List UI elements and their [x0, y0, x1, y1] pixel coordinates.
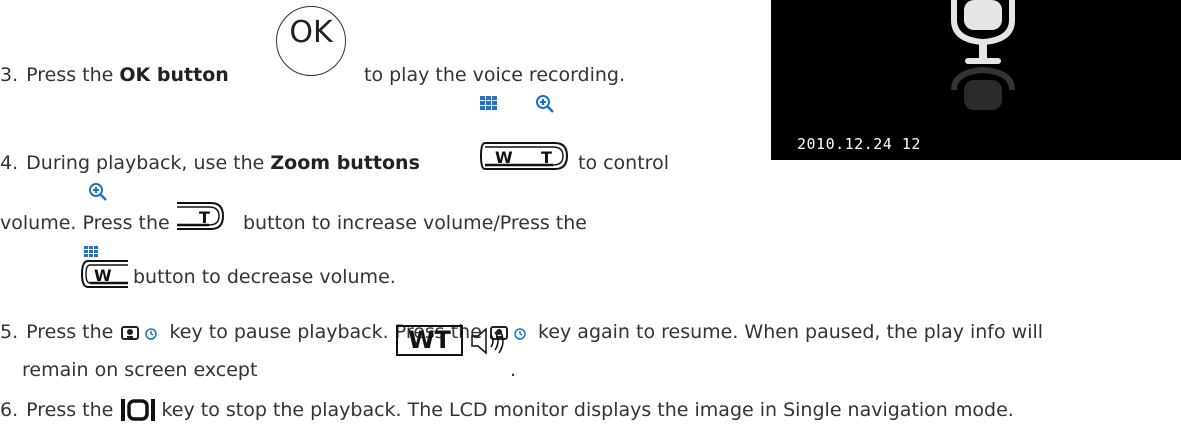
step-number: 3. — [0, 64, 19, 86]
step-number: 4. — [0, 152, 19, 174]
zoom-buttons-label: Zoom buttons — [270, 152, 420, 174]
step-4: 4. During playback, use the Zoom buttons — [0, 152, 420, 174]
step-4-text: to control — [578, 152, 669, 174]
step-3: 3. Press the OK button — [0, 64, 229, 86]
ok-button-label: OK button — [119, 64, 229, 86]
speaker-volume-icon — [471, 327, 504, 355]
zoom-tele-button-icon: T — [177, 202, 225, 230]
thumbnail-grid-icon — [480, 96, 497, 110]
step-number: 6. — [0, 399, 19, 421]
step-number: 5. — [0, 321, 19, 343]
zoom-rocker-icon: W T — [479, 142, 569, 170]
magnify-plus-icon — [89, 183, 107, 201]
lcd-timestamp: 2010.12.24 12 — [797, 135, 921, 153]
step-4-line-3: button to decrease volume. — [133, 266, 396, 288]
step-4-line-2-end: button to increase volume/Press the — [243, 212, 587, 234]
step-5: 5. Press the key to pause playback. Press… — [0, 321, 1044, 343]
step-4-line-2: volume. Press the — [0, 212, 170, 234]
step-5-line-2: remain on screen except — [22, 359, 258, 381]
magnify-plus-icon — [536, 95, 554, 113]
ok-button-icon: OK — [276, 6, 346, 76]
step-5-period: . — [510, 359, 517, 381]
step-3-text: to play the voice recording. — [364, 64, 626, 86]
zoom-wide-button-icon: W — [80, 260, 128, 288]
step-6: 6. Press the key to stop the playback. Th… — [0, 399, 1014, 421]
wt-indicator-icon: WT — [396, 325, 463, 356]
